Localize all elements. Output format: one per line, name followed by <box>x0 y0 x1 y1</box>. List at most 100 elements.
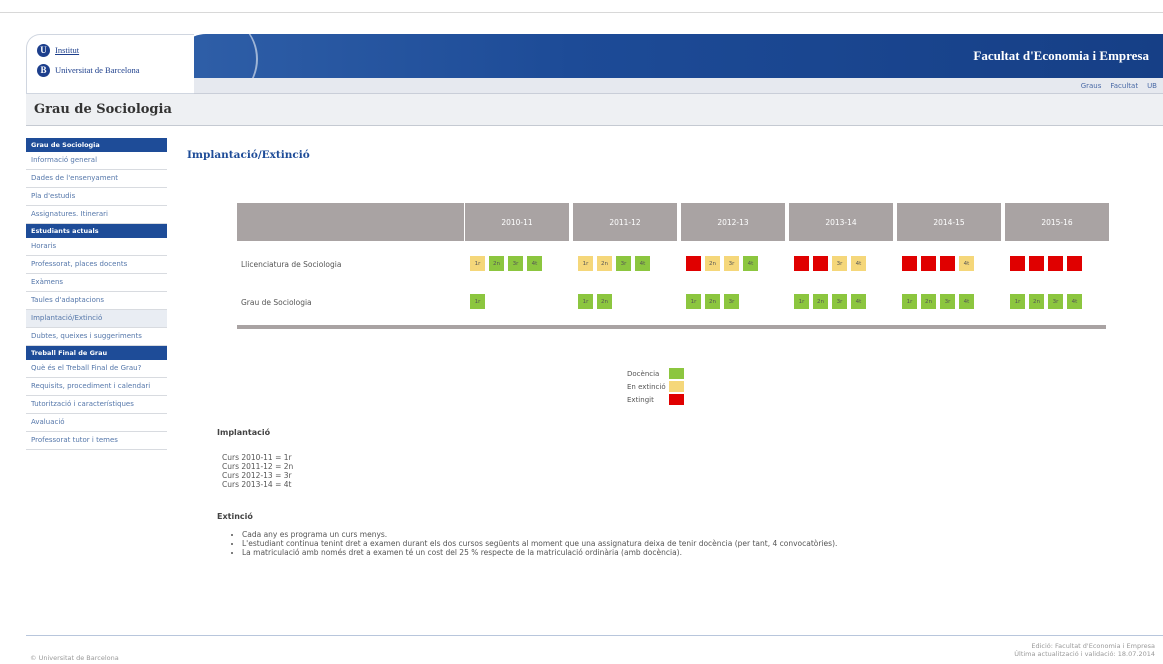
course-cell <box>813 256 828 271</box>
cell-group-grau-de-sociologia-2012-13: 1r 2n 3r <box>686 294 739 309</box>
year-header-2013-14: 2013-14 <box>789 203 893 241</box>
course-cell: 3r <box>616 256 631 271</box>
course-cell: 4t <box>743 256 758 271</box>
year-header-2010-11: 2010-11 <box>465 203 569 241</box>
course-cell: 3r <box>724 256 739 271</box>
cell-group-grau-de-sociologia-2010-11: 1r <box>470 294 485 309</box>
cell-group-llicenciatura-de-sociologia-2015-16 <box>1010 256 1082 271</box>
extincio-heading: Extinció <box>217 512 253 521</box>
footer-rule <box>26 635 1163 636</box>
sidebar-item-pla-d-estudis[interactable]: Pla d'estudis <box>26 188 167 206</box>
sidebar-item-informacio-general[interactable]: Informació general <box>26 152 167 170</box>
course-cell: 4t <box>1067 294 1082 309</box>
legend-swatch <box>669 368 684 379</box>
course-cell <box>1010 256 1025 271</box>
cell-group-llicenciatura-de-sociologia-2012-13: 2n 3r 4t <box>686 256 758 271</box>
cell-group-grau-de-sociologia-2015-16: 1r 2n 3r 4t <box>1010 294 1082 309</box>
ub-logo[interactable]: U Institut B Universitat de Barcelona <box>26 34 194 94</box>
year-header-2015-16: 2015-16 <box>1005 203 1109 241</box>
course-cell: 2n <box>489 256 504 271</box>
sidebar-item-dubtes-queixes-i-suggeriments[interactable]: Dubtes, queixes i suggeriments <box>26 328 167 346</box>
course-cell: 3r <box>508 256 523 271</box>
row-label-grau-de-sociologia: Grau de Sociologia <box>241 298 312 307</box>
header-links: Graus Facultat UB <box>176 78 1163 94</box>
implantacio-list: Curs 2010-11 = 1r Curs 2011-12 = 2n Curs 2… <box>222 453 293 489</box>
course-cell <box>1067 256 1082 271</box>
sidebar-item-dades-de-l-ensenyament[interactable]: Dades de l'ensenyament <box>26 170 167 188</box>
year-header-2011-12: 2011-12 <box>573 203 677 241</box>
legend-swatch <box>669 381 684 392</box>
implantacio-line: Curs 2010-11 = 1r <box>222 453 292 462</box>
footer-credits: Edició: Facultat d'Economia i Empresa Úl… <box>1014 642 1155 658</box>
course-cell: 4t <box>959 294 974 309</box>
logo-line-1: Institut <box>55 45 80 55</box>
course-cell <box>686 256 701 271</box>
sidebar-item-horaris[interactable]: Horaris <box>26 238 167 256</box>
year-header-2012-13: 2012-13 <box>681 203 785 241</box>
sidebar-item-requisits-procediment-i-calendari[interactable]: Requisits, procediment i calendari <box>26 378 167 396</box>
extincio-list: Cada any es programa un curs menys.L'est… <box>232 530 837 557</box>
sidebar-item-tutoritzacio-i-caracteristiques[interactable]: Tutorització i característiques <box>26 396 167 414</box>
course-cell: 3r <box>832 256 847 271</box>
cell-group-grau-de-sociologia-2013-14: 1r 2n 3r 4t <box>794 294 866 309</box>
legend-swatch <box>669 394 684 405</box>
course-cell: 1r <box>470 256 485 271</box>
extincio-bullet: L'estudiant continua tenint dret a exame… <box>242 539 837 548</box>
banner-arc-decoration <box>198 34 258 78</box>
link-graus[interactable]: Graus <box>1081 82 1102 90</box>
sidebar-item-professorat-tutor-i-temes[interactable]: Professorat tutor i temes <box>26 432 167 450</box>
year-header-2014-15: 2014-15 <box>897 203 1001 241</box>
link-facultat[interactable]: Facultat <box>1110 82 1138 90</box>
logo-mark-u: U <box>37 43 50 57</box>
sidebar-item-avaluacio[interactable]: Avaluació <box>26 414 167 432</box>
legend-label: Extingit <box>627 395 654 404</box>
header-banner: Facultat d'Economia i Empresa <box>176 34 1163 78</box>
implantacio-line: Curs 2011-12 = 2n <box>222 462 294 471</box>
cell-group-llicenciatura-de-sociologia-2011-12: 1r 2n 3r 4t <box>578 256 650 271</box>
course-cell: 2n <box>921 294 936 309</box>
course-cell: 4t <box>959 256 974 271</box>
course-cell: 3r <box>724 294 739 309</box>
implantacio-line: Curs 2013-14 = 4t <box>222 480 292 489</box>
sidebar-item-professorat-places-docents[interactable]: Professorat, places docents <box>26 256 167 274</box>
course-cell: 1r <box>578 256 593 271</box>
course-cell <box>1048 256 1063 271</box>
course-cell: 4t <box>851 294 866 309</box>
link-ub[interactable]: UB <box>1147 82 1157 90</box>
extincio-bullet: Cada any es programa un curs menys. <box>242 530 837 539</box>
sidebar-section-treball-final-de-grau[interactable]: Treball Final de Grau <box>26 346 167 360</box>
logo-mark-b: B <box>37 63 50 77</box>
sidebar-item-que-es-el-treball-final-de-grau[interactable]: Què és el Treball Final de Grau? <box>26 360 167 378</box>
site-header: U Institut B Universitat de Barcelona Fa… <box>26 34 1163 94</box>
legend-item-en-extincio: En extinció <box>627 380 684 393</box>
course-cell <box>902 256 917 271</box>
course-cell <box>921 256 936 271</box>
page-title-bar: Grau de Sociologia <box>26 94 1163 126</box>
course-cell: 1r <box>902 294 917 309</box>
footer-edition: Edició: Facultat d'Economia i Empresa <box>1031 642 1155 650</box>
cell-group-llicenciatura-de-sociologia-2013-14: 3r 4t <box>794 256 866 271</box>
extincio-bullet: La matriculació amb només dret a examen … <box>242 548 837 557</box>
legend-label: Docència <box>627 369 660 378</box>
legend-item-docencia: Docència <box>627 367 684 380</box>
page-title: Grau de Sociologia <box>34 102 172 117</box>
course-cell <box>940 256 955 271</box>
sidebar-item-examens[interactable]: Exàmens <box>26 274 167 292</box>
course-cell: 1r <box>470 294 485 309</box>
faculty-title[interactable]: Facultat d'Economia i Empresa <box>973 48 1149 64</box>
footer-updated: Última actualització i validació: 18.07.… <box>1014 650 1155 658</box>
sidebar-item-implantacio-extincio[interactable]: Implantació/Extinció <box>26 310 167 328</box>
sidebar-item-taules-d-adaptacions[interactable]: Taules d'adaptacions <box>26 292 167 310</box>
implantation-grid: 2010-11 2011-12 2012-13 2013-14 2014-15 2015-… <box>237 203 1109 330</box>
sidebar-item-assignatures-itinerari[interactable]: Assignatures. Itinerari <box>26 206 167 224</box>
sidebar-section-estudiants-actuals[interactable]: Estudiants actuals <box>26 224 167 238</box>
course-cell: 1r <box>686 294 701 309</box>
sidebar-section-grau-de-sociologia[interactable]: Grau de Sociologia <box>26 138 167 152</box>
course-cell: 1r <box>578 294 593 309</box>
cell-group-llicenciatura-de-sociologia-2014-15: 4t <box>902 256 974 271</box>
footer-copyright[interactable]: © Universitat de Barcelona <box>30 654 119 662</box>
course-cell: 4t <box>635 256 650 271</box>
logo-line-2: Universitat de Barcelona <box>55 65 140 75</box>
legend-label: En extinció <box>627 382 666 391</box>
grid-header-corner <box>237 203 464 241</box>
